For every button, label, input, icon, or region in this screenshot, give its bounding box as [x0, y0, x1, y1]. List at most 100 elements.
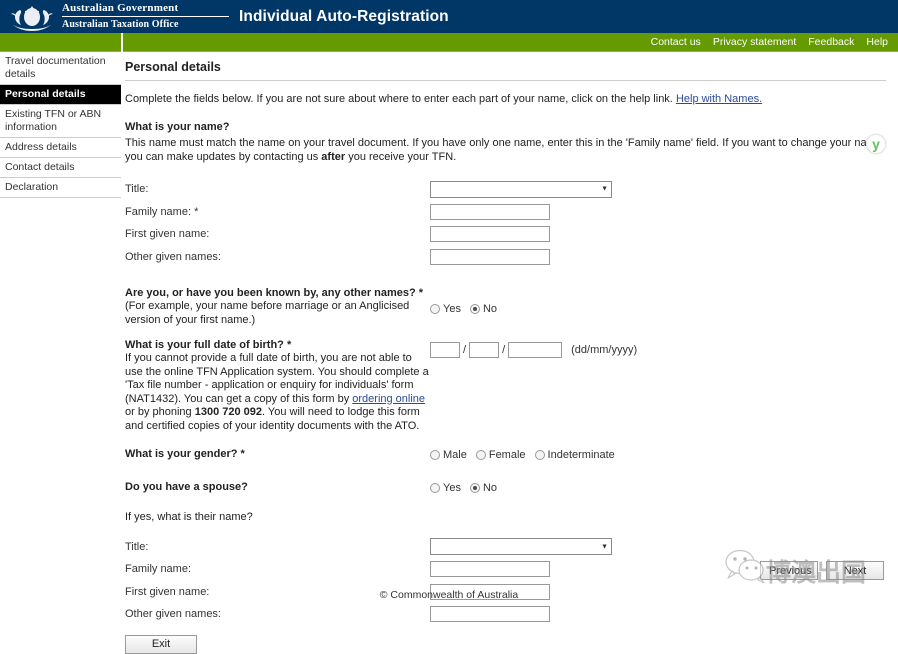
dob-separator-1: / — [463, 344, 467, 356]
input-dob-year[interactable] — [508, 342, 563, 358]
question-spouse: Do you have a spouse? Yes No — [125, 481, 886, 497]
radio-icon[interactable] — [430, 483, 440, 493]
select-spouse-title-wrapper: ▼ — [430, 538, 612, 556]
exit-button[interactable]: Exit — [125, 634, 197, 654]
question-gender: What is your gender? * Male Female Indet… — [125, 448, 886, 464]
australian-coat-of-arms-icon — [6, 2, 58, 32]
radio-other-names-yes[interactable]: Yes — [430, 303, 461, 315]
dob-body-phone: 1300 720 092 — [194, 406, 263, 418]
field-row-title: Title: ▼ — [125, 178, 886, 201]
government-wordmark: Australian Government Australian Taxatio… — [62, 2, 229, 31]
radio-icon-selected[interactable] — [469, 304, 480, 314]
name-body-bold: after — [321, 150, 346, 163]
input-first-given-name[interactable] — [430, 226, 550, 243]
question-name-heading: What is your name? — [125, 121, 230, 133]
radio-label-yes: Yes — [443, 482, 461, 494]
label-spouse-family-name: Family name: — [125, 563, 192, 576]
link-privacy-statement[interactable]: Privacy statement — [713, 33, 796, 51]
select-title-wrapper: ▼ — [430, 180, 612, 198]
dob-separator-2: / — [502, 344, 506, 356]
sidebar-item-declaration[interactable]: Declaration — [0, 178, 121, 198]
link-help-with-names[interactable]: Help with Names. — [676, 93, 762, 105]
label-spouse-title: Title: — [125, 540, 149, 553]
radio-icon[interactable] — [430, 450, 440, 460]
sidebar-item-personal-details[interactable]: Personal details — [0, 85, 121, 105]
input-family-name[interactable] — [430, 203, 550, 220]
input-other-given-names[interactable] — [430, 248, 550, 265]
next-button[interactable]: Next — [826, 561, 884, 580]
intro-text: Complete the fields below. If you are no… — [125, 93, 676, 105]
link-ordering-online[interactable]: ordering online — [352, 393, 425, 405]
radio-group-other-names: Yes No — [430, 303, 886, 315]
green-y-logo-icon: y — [866, 134, 886, 154]
sidebar-item-existing-tfn-or-abn-information[interactable]: Existing TFN or ABN information — [0, 105, 121, 138]
field-row-family-name: Family name: * — [125, 201, 886, 224]
field-row-spouse-other-given-names: Other given names: — [125, 603, 886, 626]
dob-body-part2: or by phoning — [125, 406, 195, 418]
label-other-given-names: Other given names: — [125, 250, 221, 263]
label-title: Title: — [125, 183, 149, 196]
link-help[interactable]: Help — [866, 33, 888, 51]
radio-gender-female[interactable]: Female — [475, 449, 526, 461]
input-dob-month[interactable] — [469, 342, 500, 358]
select-title[interactable] — [430, 180, 612, 198]
gov-line-australian-government: Australian Government — [62, 2, 229, 17]
name-body-part1: This name must match the name on your tr… — [125, 137, 885, 163]
footer-copyright: © Commonwealth of Australia — [379, 589, 519, 601]
field-row-spouse-title: Title: ▼ — [125, 536, 886, 559]
question-name-body: This name must match the name on your tr… — [125, 137, 886, 164]
radio-icon[interactable] — [430, 304, 440, 314]
radio-label-no: No — [482, 482, 498, 494]
radio-spouse-no[interactable]: No — [469, 482, 498, 494]
label-family-name: Family name: * — [125, 205, 199, 218]
radio-label-male: Male — [443, 449, 467, 461]
radio-label-yes: Yes — [443, 303, 461, 315]
question-dob-heading: What is your full date of birth? * — [125, 339, 292, 351]
app-header: Australian Government Australian Taxatio… — [0, 0, 898, 33]
radio-icon[interactable] — [534, 450, 545, 460]
input-spouse-other-given-names[interactable] — [430, 606, 550, 623]
radio-icon-selected[interactable] — [469, 483, 480, 493]
question-date-of-birth: What is your full date of birth? * If yo… — [125, 339, 886, 433]
intro-paragraph: Complete the fields below. If you are no… — [125, 92, 886, 106]
link-contact-us[interactable]: Contact us — [651, 33, 701, 51]
sidebar-item-travel-documentation-details[interactable]: Travel documentation details — [0, 52, 121, 85]
sidebar-nav: Travel documentation details Personal de… — [0, 52, 121, 198]
dob-format-hint: (dd/mm/yyyy) — [571, 344, 638, 356]
radio-group-gender: Male Female Indeterminate — [430, 449, 886, 461]
radio-gender-indeterminate[interactable]: Indeterminate — [534, 449, 615, 461]
radio-label-female: Female — [488, 449, 526, 461]
radio-label-no: No — [482, 303, 498, 315]
question-spouse-heading: Do you have a spouse? — [125, 481, 248, 493]
sidebar-item-contact-details[interactable]: Contact details — [0, 158, 121, 178]
badge-letter: y — [872, 136, 880, 152]
sidebar-item-address-details[interactable]: Address details — [0, 138, 121, 158]
radio-group-spouse: Yes No — [430, 482, 886, 494]
date-of-birth-inputs: / / (dd/mm/yyyy) — [430, 342, 886, 358]
label-first-given-name: First given name: — [125, 228, 210, 241]
gov-line-taxation-office: Australian Taxation Office — [62, 19, 179, 30]
question-dob-body: If you cannot provide a full date of bir… — [125, 352, 430, 433]
question-gender-heading: What is your gender? * — [125, 448, 245, 460]
utility-nav-left-block — [0, 33, 121, 52]
input-spouse-family-name[interactable] — [430, 561, 550, 578]
select-spouse-title[interactable] — [430, 538, 612, 556]
radio-label-indeterminate: Indeterminate — [547, 449, 615, 461]
section-title: Personal details — [125, 60, 221, 74]
previous-button[interactable]: Previous — [760, 561, 818, 580]
name-body-part2: you receive your TFN. — [345, 150, 457, 163]
input-dob-day[interactable] — [430, 342, 460, 358]
field-row-other-given-names: Other given names: — [125, 246, 886, 269]
link-feedback[interactable]: Feedback — [808, 33, 854, 51]
field-row-first-given-name: First given name: — [125, 223, 886, 246]
label-spouse-other-given-names: Other given names: — [125, 608, 221, 621]
radio-other-names-no[interactable]: No — [469, 303, 498, 315]
title-divider — [125, 80, 886, 81]
question-other-names-heading: Are you, or have you been known by, any … — [125, 287, 424, 299]
utility-nav-bar: Contact us Privacy statement Feedback He… — [0, 33, 898, 52]
radio-icon[interactable] — [475, 450, 486, 460]
form-actions-left: Exit — [125, 634, 886, 654]
page-title: Individual Auto-Registration — [239, 7, 449, 25]
radio-gender-male[interactable]: Male — [430, 449, 467, 461]
radio-spouse-yes[interactable]: Yes — [430, 482, 461, 494]
